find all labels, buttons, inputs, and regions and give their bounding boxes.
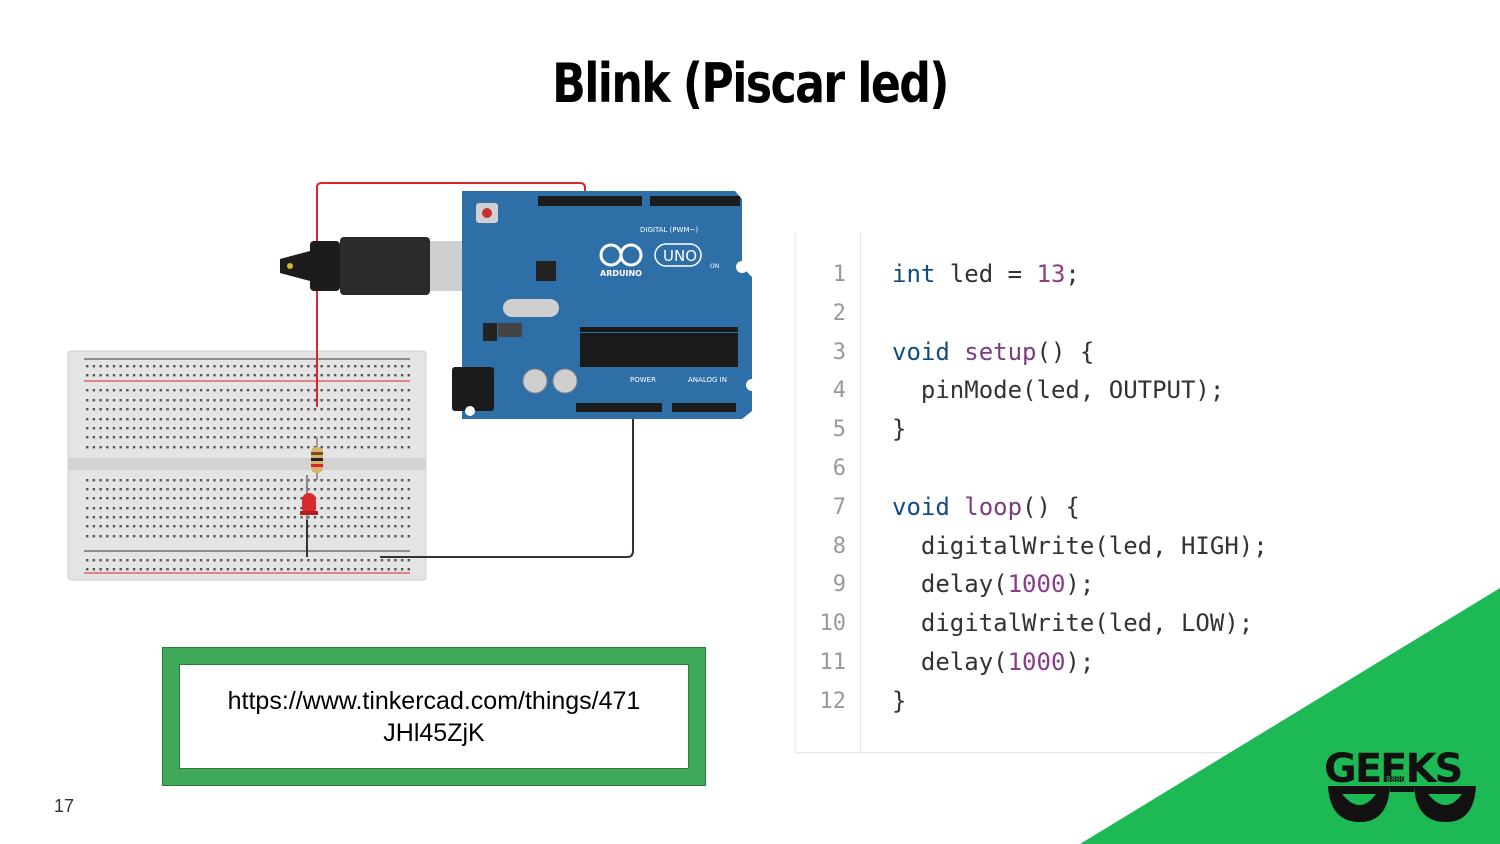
geeks-logo: GEEKS 8880 <box>1324 746 1476 822</box>
logo-text: GEEKS <box>1324 746 1461 792</box>
green-corner-triangle <box>1080 588 1500 844</box>
logo-subtext: 8880 <box>1386 775 1405 784</box>
